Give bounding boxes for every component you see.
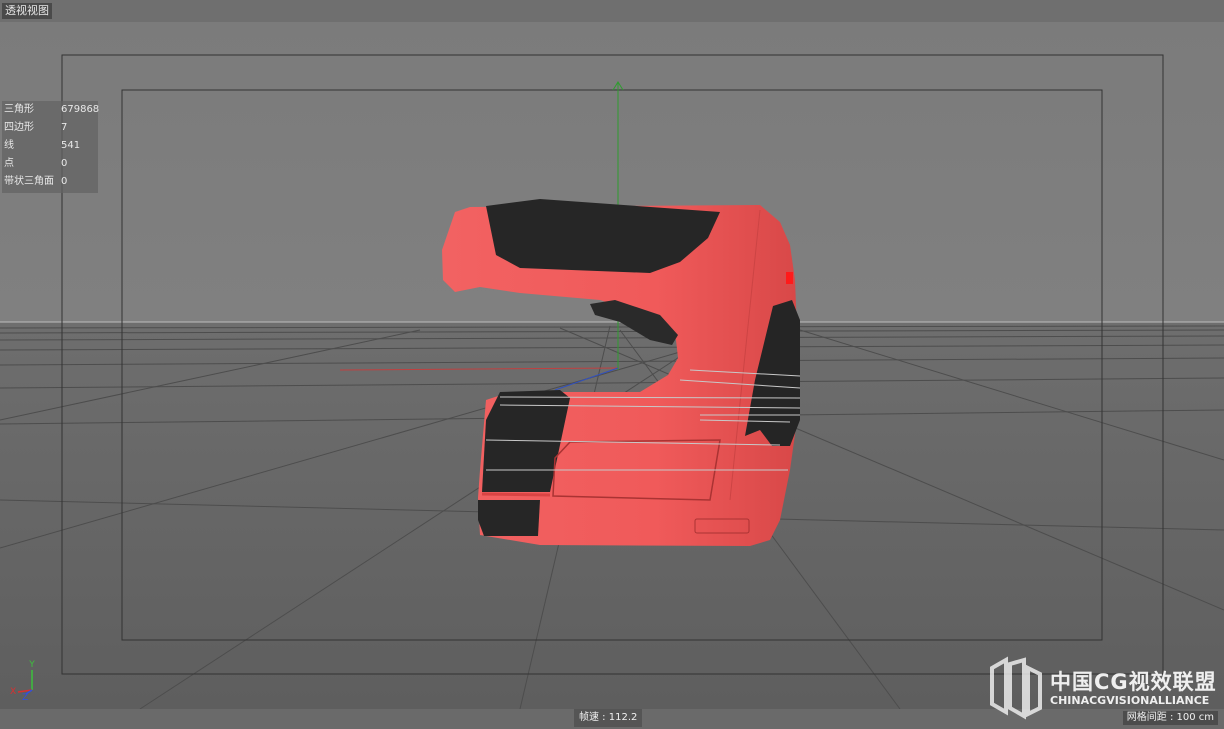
watermark-text-en: CHINACGVISIONALLIANCE — [1050, 694, 1210, 707]
stat-strip-triangles: 带状三角面 0 — [4, 176, 68, 187]
scene-canvas[interactable] — [0, 0, 1224, 729]
drill-base-grip — [478, 500, 540, 536]
axis-orientation-gizmo: Y X Z — [10, 660, 35, 700]
axis-label-x: X — [10, 687, 16, 697]
frame-rate: 帧速 : 112.2 — [574, 709, 643, 727]
stat-triangles: 三角形 679868 — [4, 104, 100, 115]
drill-seam — [481, 492, 551, 497]
viewport-title[interactable]: 透视视图 — [2, 3, 52, 19]
scene-stats-panel: 三角形 679868 四边形 7 线 541 点0 带状三角面 0 — [2, 101, 100, 193]
grid-spacing: 网格间距 : 100 cm — [1122, 711, 1218, 725]
drill-status-led — [786, 272, 793, 284]
stat-points: 点0 — [4, 158, 68, 169]
axis-label-z: Z — [22, 693, 28, 700]
stat-lines: 线 541 — [4, 140, 81, 151]
watermark-logo-icon — [990, 656, 1042, 720]
stat-quads: 四边形 7 — [4, 122, 68, 133]
watermark-text-cn: 中国CG视效联盟 — [1050, 670, 1217, 694]
axis-label-y: Y — [28, 660, 35, 670]
perspective-viewport[interactable]: 透视视图 三角形 679868 四边形 7 线 541 点0 带状三角面 0 Y X Z… — [0, 0, 1224, 729]
